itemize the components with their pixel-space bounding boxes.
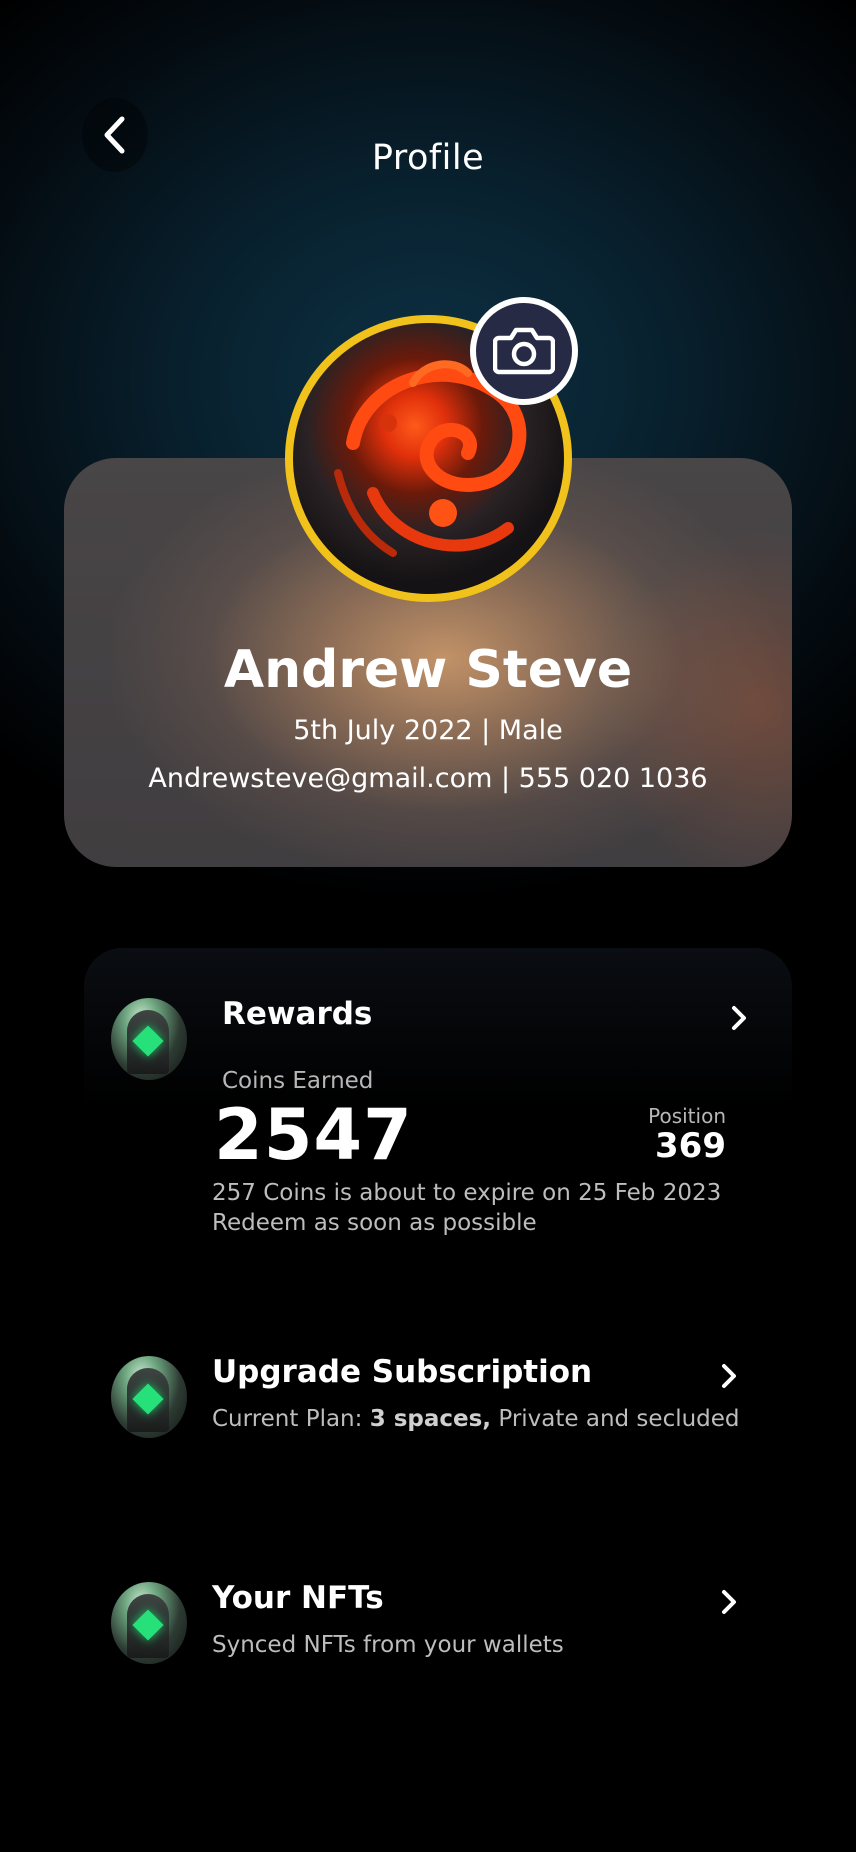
profile-screen: Profile Andrew Steve 5th July 2022 | Mal… <box>0 0 856 1852</box>
settings-panel <box>84 948 792 1852</box>
page-title: Profile <box>371 138 485 178</box>
user-name: Andrew Steve <box>223 640 633 700</box>
nfts-chevron-right-icon[interactable] <box>718 1587 740 1617</box>
subscription-badge-icon <box>111 1356 187 1438</box>
user-dob-gender: 5th July 2022 | Male <box>293 715 563 746</box>
upgrade-subscription-title[interactable]: Upgrade Subscription <box>212 1354 592 1390</box>
position-value: 369 <box>655 1126 726 1166</box>
redeem-notice: Redeem as soon as possible <box>212 1210 537 1236</box>
coins-expiry-notice: 257 Coins is about to expire on 25 Feb 2… <box>212 1180 722 1206</box>
nfts-badge-icon <box>111 1582 187 1664</box>
rewards-badge-icon <box>111 998 187 1080</box>
rewards-chevron-right-icon[interactable] <box>728 1003 750 1033</box>
camera-icon <box>493 327 555 375</box>
rewards-title[interactable]: Rewards <box>222 996 372 1032</box>
current-plan-text: Current Plan: 3 spaces, Private and secl… <box>212 1406 740 1432</box>
coins-earned-label: Coins Earned <box>222 1068 374 1094</box>
subscription-chevron-right-icon[interactable] <box>718 1361 740 1391</box>
coins-earned-value: 2547 <box>214 1094 413 1176</box>
change-photo-button[interactable] <box>470 297 578 405</box>
your-nfts-title[interactable]: Your NFTs <box>212 1580 384 1616</box>
nfts-description: Synced NFTs from your wallets <box>212 1632 564 1658</box>
position-label: Position <box>648 1104 726 1128</box>
user-contact: Andrewsteve@gmail.com | 555 020 1036 <box>148 763 708 794</box>
